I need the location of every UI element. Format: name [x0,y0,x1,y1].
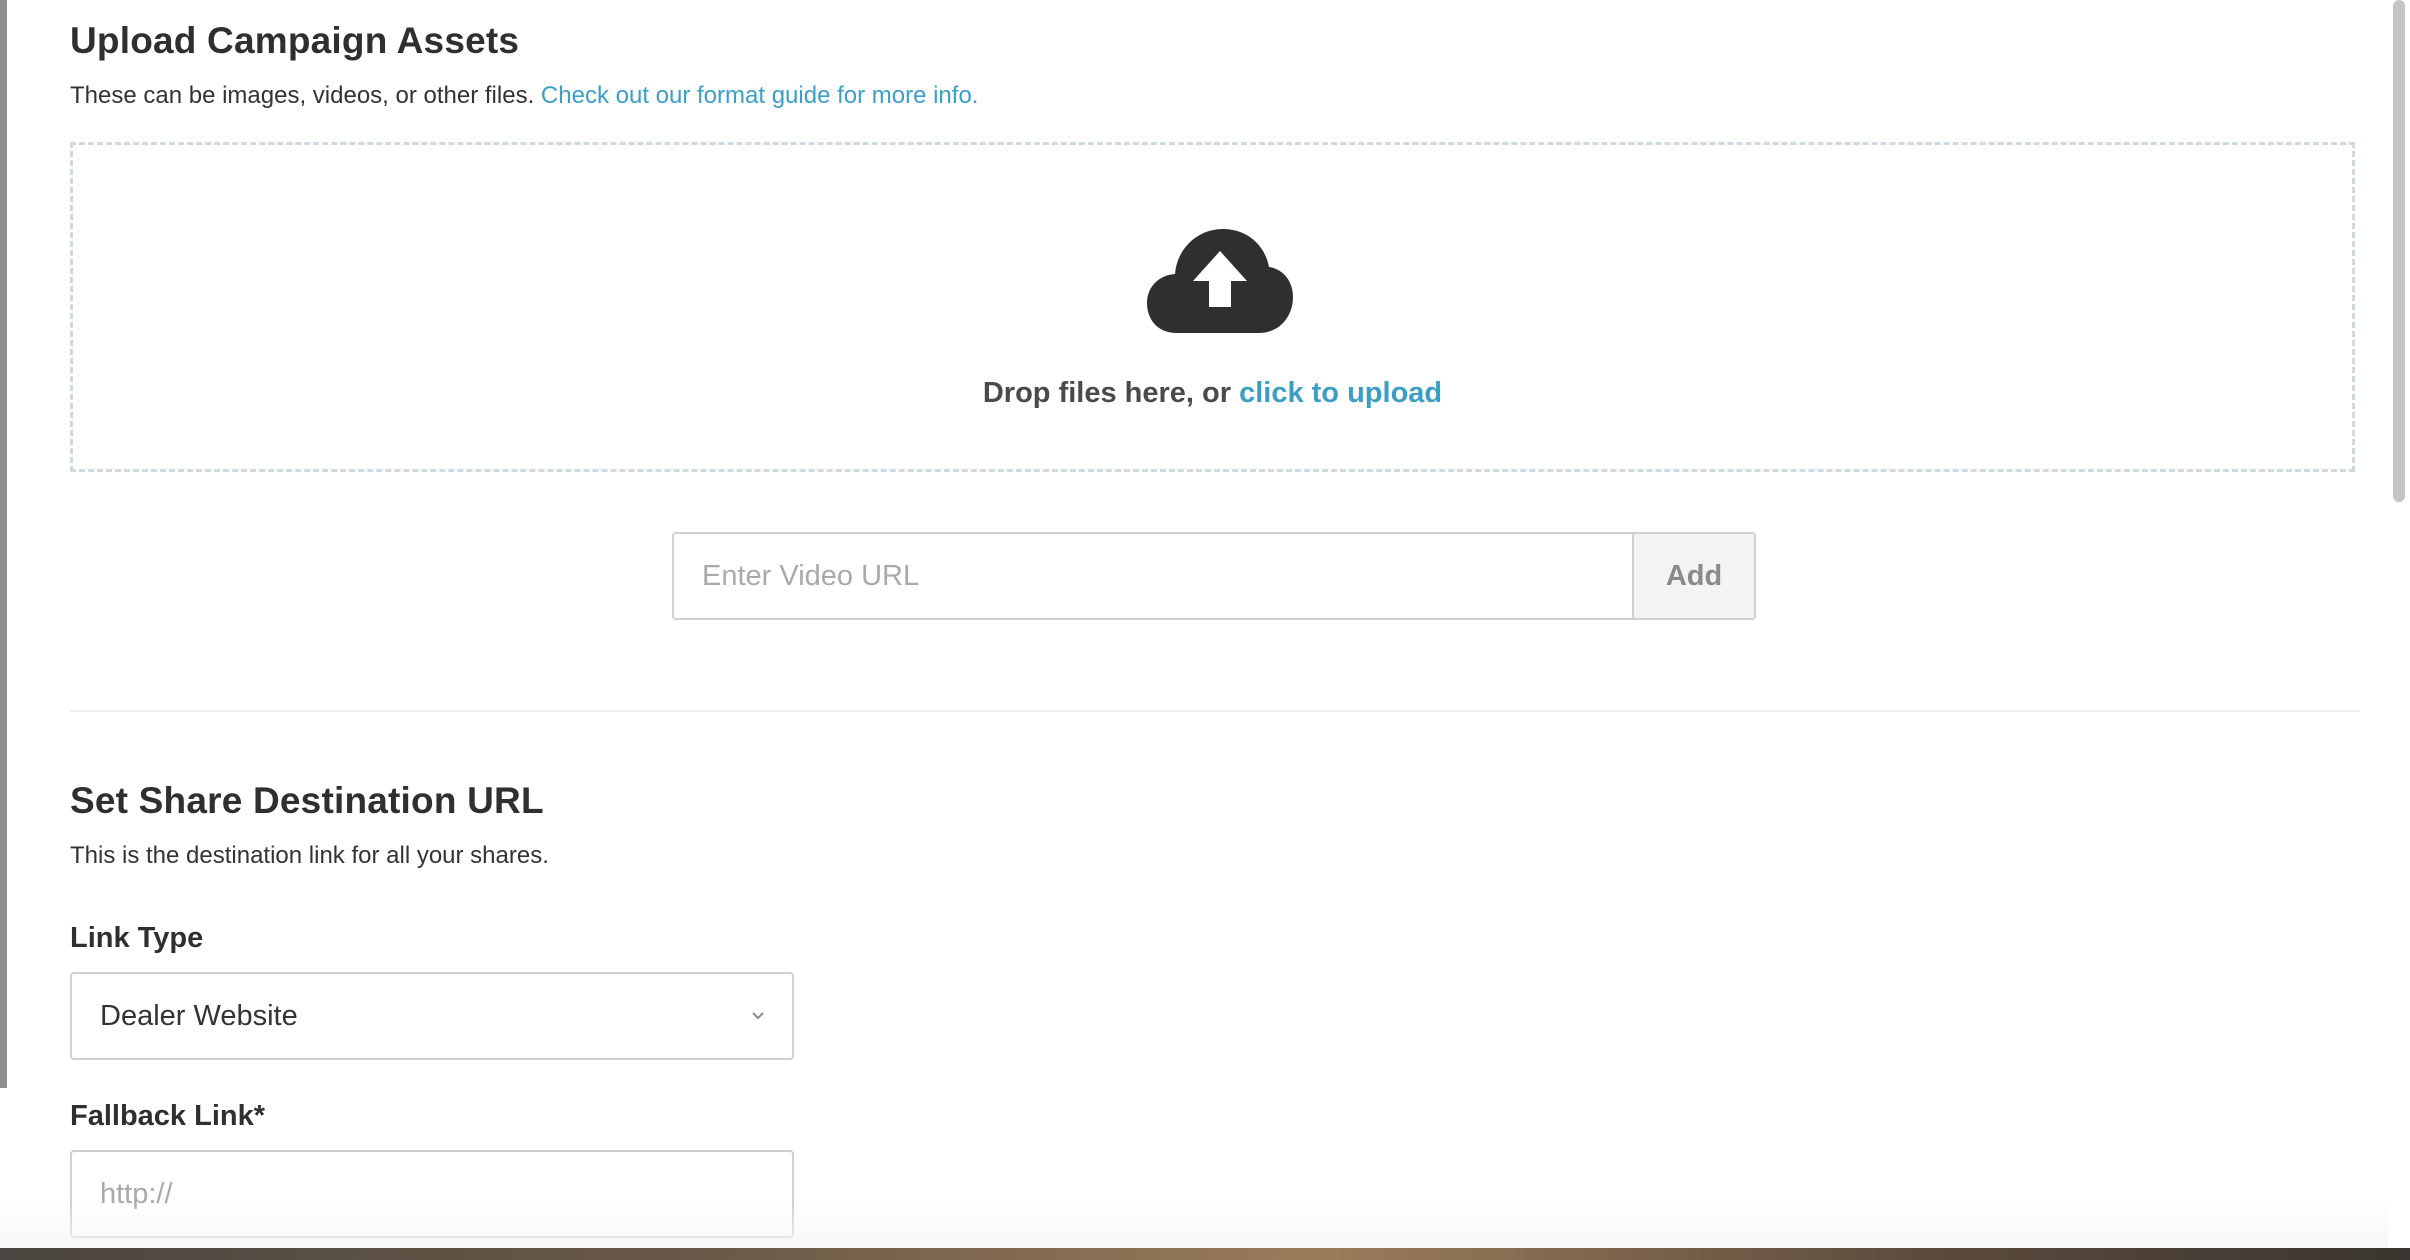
cloud-upload-icon [1147,229,1293,333]
window-left-edge [0,0,7,1088]
section-divider [70,710,2360,712]
upload-section-title: Upload Campaign Assets [70,20,520,61]
file-dropzone[interactable]: Drop files here, or click to upload [70,142,2355,472]
link-type-selected-value: Dealer Website [100,1000,298,1032]
chevron-down-icon [752,1012,764,1020]
share-section-description: This is the destination link for all you… [70,842,549,869]
format-guide-link[interactable]: Check out our format guide for more info… [541,82,979,109]
fallback-link-label: Fallback Link* [70,1100,266,1132]
video-url-input[interactable] [672,532,1632,620]
upload-section-description: These can be images, videos, or other fi… [70,82,978,110]
click-to-upload-link[interactable]: click to upload [1239,377,1442,409]
link-type-label: Link Type [70,922,204,954]
upload-description-text: These can be images, videos, or other fi… [70,82,535,109]
dropzone-text: Drop files here, or click to upload [73,377,2352,410]
page-viewport: Upload Campaign Assets These can be imag… [0,0,2410,1260]
dropzone-instruction: Drop files here, or [982,377,1232,409]
add-video-url-button[interactable]: Add [1632,532,1756,620]
link-type-select[interactable]: Dealer Website [70,972,794,1060]
desktop-background-strip [0,1248,2410,1260]
share-section-title: Set Share Destination URL [70,780,544,821]
fallback-link-input[interactable] [70,1150,794,1238]
scrollbar-thumb[interactable] [2393,0,2405,502]
video-url-group: Add [672,532,1756,620]
